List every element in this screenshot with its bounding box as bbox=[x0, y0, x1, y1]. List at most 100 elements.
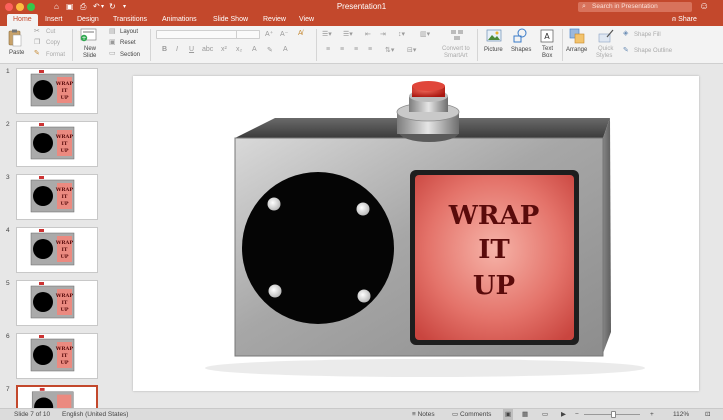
align-text-icon[interactable]: ⊟▾ bbox=[407, 46, 416, 54]
undo-icon[interactable]: ↶ bbox=[93, 1, 100, 13]
slide-thumbnail-3[interactable]: WRAP IT UP bbox=[16, 174, 98, 220]
superscript-icon[interactable]: x² bbox=[221, 46, 227, 53]
feedback-smiley-icon[interactable]: ☺ bbox=[699, 1, 709, 13]
align-right-icon[interactable]: ≡ bbox=[354, 46, 358, 53]
font-size-dropdown[interactable] bbox=[236, 30, 260, 39]
textbox-label-1: Text bbox=[542, 46, 554, 52]
reading-view-icon[interactable]: ▭ bbox=[542, 409, 548, 420]
shape-fill-icon[interactable]: ◈ bbox=[623, 29, 628, 37]
tab-slide-show[interactable]: Slide Show bbox=[213, 14, 248, 26]
zoom-out-icon[interactable]: − bbox=[575, 409, 579, 420]
picture-icon[interactable] bbox=[486, 29, 502, 43]
shape-outline-icon[interactable]: ✎ bbox=[623, 46, 629, 54]
slide-canvas[interactable]: WRAP IT UP bbox=[133, 76, 699, 391]
slide-thumbnail-5[interactable]: WRAP IT UP bbox=[16, 280, 98, 326]
text-box-icon[interactable]: A bbox=[540, 29, 554, 43]
tab-animations[interactable]: Animations bbox=[162, 14, 197, 26]
smartart-icon[interactable] bbox=[450, 29, 464, 41]
cut-label[interactable]: Cut bbox=[46, 29, 55, 35]
format-painter-icon[interactable]: ✎ bbox=[34, 49, 40, 57]
fit-to-window-icon[interactable]: ⊡ bbox=[705, 409, 710, 420]
tab-insert[interactable]: Insert bbox=[45, 14, 63, 26]
shapes-icon[interactable] bbox=[512, 28, 528, 44]
save-icon[interactable]: ▣ bbox=[66, 1, 74, 13]
columns-icon[interactable]: ▥▾ bbox=[420, 30, 430, 38]
shape-fill-label[interactable]: Shape Fill bbox=[634, 32, 661, 38]
slide-thumbnail-6[interactable]: WRAP IT UP bbox=[16, 333, 98, 379]
align-center-icon[interactable]: ≡ bbox=[340, 46, 344, 53]
slide-thumbnail-panel[interactable]: 1 WRAP IT UP 2 WRAP IT UP 3 WRAP IT UP 4… bbox=[0, 64, 104, 408]
copy-icon[interactable]: ❐ bbox=[34, 38, 40, 46]
wrap-it-up-device-image[interactable]: WRAP IT UP bbox=[133, 76, 699, 391]
close-window-button[interactable] bbox=[5, 3, 13, 11]
decrease-indent-icon[interactable]: ⇤ bbox=[365, 30, 371, 38]
format-label[interactable]: Format bbox=[46, 52, 65, 58]
new-slide-icon[interactable]: + bbox=[80, 28, 98, 42]
subscript-icon[interactable]: x₂ bbox=[236, 46, 242, 53]
home-icon[interactable]: ⌂ bbox=[54, 1, 59, 13]
highlight-icon[interactable]: ✎ bbox=[267, 46, 273, 54]
slide-thumbnail-4[interactable]: WRAP IT UP bbox=[16, 227, 98, 273]
shape-outline-label[interactable]: Shape Outline bbox=[634, 48, 672, 54]
cut-icon[interactable]: ✂ bbox=[34, 27, 40, 35]
justify-icon[interactable]: ≡ bbox=[368, 46, 372, 53]
reset-icon[interactable]: ▣ bbox=[109, 38, 116, 46]
language-indicator[interactable]: English (United States) bbox=[62, 409, 128, 420]
share-button[interactable]: ⍝ Share bbox=[672, 14, 697, 26]
align-left-icon[interactable]: ≡ bbox=[326, 46, 330, 53]
section-label[interactable]: Section bbox=[120, 52, 140, 58]
zoom-in-icon[interactable]: + bbox=[650, 409, 654, 420]
section-icon[interactable]: ▭ bbox=[109, 49, 116, 57]
reset-label[interactable]: Reset bbox=[120, 40, 136, 46]
convert-label-1: Convert to bbox=[442, 46, 470, 52]
slide-number: 6 bbox=[6, 333, 10, 340]
slide-thumbnail-7-selected[interactable] bbox=[16, 385, 98, 408]
print-icon[interactable]: ⎙ bbox=[80, 1, 86, 13]
numbering-icon[interactable]: ☰▾ bbox=[343, 30, 353, 38]
paste-icon[interactable] bbox=[8, 29, 22, 47]
slide-thumbnail-2[interactable]: WRAP IT UP bbox=[16, 121, 98, 167]
svg-text:UP: UP bbox=[60, 360, 68, 366]
font-color-icon[interactable]: A bbox=[283, 46, 288, 53]
zoom-level[interactable]: 112% bbox=[673, 409, 689, 420]
svg-text:IT: IT bbox=[61, 194, 67, 200]
speaker-screw bbox=[267, 197, 281, 211]
text-effects-icon[interactable]: A bbox=[252, 46, 257, 53]
quick-styles-icon[interactable] bbox=[598, 28, 614, 44]
search-input[interactable]: ⌕ Search in Presentation bbox=[578, 2, 692, 12]
bold-icon[interactable]: B bbox=[162, 46, 167, 53]
layout-icon[interactable]: ▤ bbox=[109, 27, 116, 35]
arrange-icon[interactable] bbox=[569, 28, 585, 44]
normal-view-icon[interactable]: ▣ bbox=[503, 409, 514, 420]
shrink-font-icon[interactable]: A⁻ bbox=[280, 30, 288, 38]
bullets-icon[interactable]: ☰▾ bbox=[322, 30, 332, 38]
slide-thumbnail-1[interactable]: WRAP IT UP bbox=[16, 68, 98, 114]
customize-toolbar-icon[interactable]: ▾ bbox=[123, 1, 126, 13]
redo-icon[interactable]: ↻ bbox=[109, 1, 116, 13]
underline-icon[interactable]: U bbox=[189, 46, 194, 53]
tab-design[interactable]: Design bbox=[77, 14, 99, 26]
tab-view[interactable]: View bbox=[299, 14, 314, 26]
notes-button[interactable]: ≡ Notes bbox=[412, 409, 435, 420]
increase-indent-icon[interactable]: ⇥ bbox=[380, 30, 386, 38]
comments-button[interactable]: ▭ Comments bbox=[452, 409, 491, 420]
maximize-window-button[interactable] bbox=[27, 3, 35, 11]
layout-label[interactable]: Layout bbox=[120, 29, 138, 35]
minimize-window-button[interactable] bbox=[16, 3, 24, 11]
copy-label[interactable]: Copy bbox=[46, 40, 60, 46]
undo-dropdown-icon[interactable]: ▾ bbox=[101, 1, 104, 13]
strikethrough-icon[interactable]: abc bbox=[202, 46, 213, 53]
zoom-slider-knob[interactable] bbox=[611, 411, 616, 418]
slide-sorter-icon[interactable]: ▦ bbox=[522, 409, 528, 420]
text-direction-icon[interactable]: ⇅▾ bbox=[385, 46, 394, 54]
tab-review[interactable]: Review bbox=[263, 14, 286, 26]
slideshow-view-icon[interactable]: ▶ bbox=[561, 409, 566, 420]
tab-transitions[interactable]: Transitions bbox=[113, 14, 147, 26]
red-push-button-top[interactable] bbox=[412, 81, 445, 91]
speaker-screw bbox=[357, 289, 371, 303]
italic-icon[interactable]: I bbox=[176, 46, 178, 53]
clear-formatting-icon[interactable]: A̸ bbox=[298, 30, 303, 37]
tab-home[interactable]: Home bbox=[7, 14, 38, 26]
grow-font-icon[interactable]: A⁺ bbox=[265, 30, 273, 38]
line-spacing-icon[interactable]: ↕▾ bbox=[398, 30, 405, 38]
